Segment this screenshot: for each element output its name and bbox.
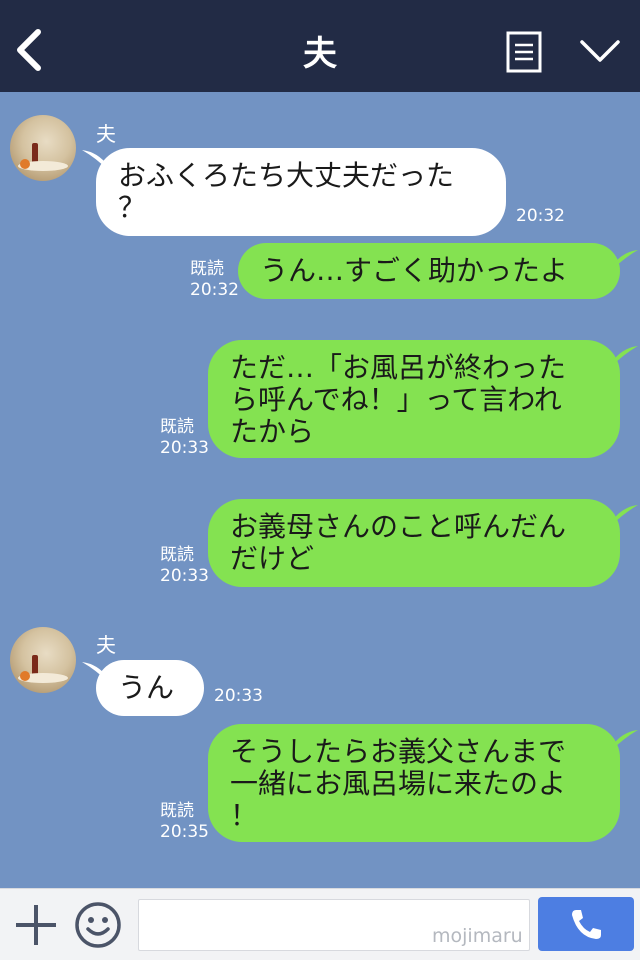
smiley-icon [75, 902, 121, 948]
message-bubble[interactable]: ただ…「お風呂が終わった ら呼んでね！」って言われ たから [208, 340, 620, 458]
read-label: 既読 [190, 259, 224, 279]
menu-button[interactable] [506, 31, 542, 73]
message-time: 20:32 [516, 206, 565, 226]
message-time: 20:35 [160, 822, 209, 842]
read-receipt: 既読 20:33 [160, 545, 209, 587]
bubble-tail [612, 346, 638, 366]
phone-icon [572, 910, 601, 939]
sender-name: 夫 [96, 122, 116, 146]
add-button[interactable] [14, 903, 58, 947]
message-time: 20:33 [160, 566, 209, 586]
message-time: 20:32 [190, 280, 239, 300]
message-bubble[interactable]: うん…すごく助かったよ [238, 243, 620, 299]
message-bubble[interactable]: うん [96, 660, 204, 716]
message-time: 20:33 [214, 686, 263, 706]
list-icon [506, 31, 542, 73]
message-time: 20:33 [160, 438, 209, 458]
read-receipt: 既読 20:35 [160, 801, 209, 843]
message-input[interactable] [138, 899, 530, 951]
chat-title: 夫 [303, 34, 337, 74]
read-label: 既読 [160, 545, 194, 565]
read-receipt: 既読 20:32 [190, 259, 239, 301]
bubble-tail [612, 730, 638, 750]
sender-name: 夫 [96, 633, 116, 657]
chat-area[interactable]: 夫 おふくろたち大丈夫だった ？ 20:32 既読 20:32 うん…すごく助か… [0, 92, 640, 888]
chat-header: 夫 [0, 0, 640, 92]
emoji-button[interactable] [74, 901, 122, 949]
collapse-button[interactable] [578, 36, 622, 66]
bubble-tail [612, 505, 638, 525]
avatar[interactable] [10, 115, 76, 181]
plus-icon [16, 905, 56, 945]
read-label: 既読 [160, 417, 194, 437]
avatar[interactable] [10, 627, 76, 693]
chevron-down-icon [580, 40, 620, 62]
call-button[interactable] [538, 897, 634, 951]
message-bubble[interactable]: そうしたらお義父さんまで 一緒にお風呂場に来たのよ ！ [208, 724, 620, 842]
read-receipt: 既読 20:33 [160, 417, 209, 459]
input-bar: mojimaru [0, 888, 640, 960]
bubble-tail [612, 250, 638, 270]
read-label: 既読 [160, 801, 194, 821]
message-bubble[interactable]: お義母さんのこと呼んだん だけど [208, 499, 620, 587]
message-bubble[interactable]: おふくろたち大丈夫だった ？ [96, 148, 506, 236]
